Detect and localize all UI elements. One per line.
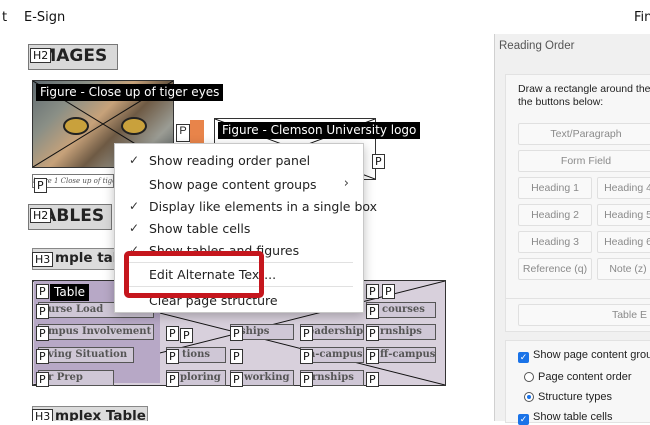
show-table-cells-checkbox[interactable]: ✓ Show table cells <box>518 411 613 425</box>
p-tag-cell: P <box>300 326 313 341</box>
p-tag-small: P <box>176 124 190 142</box>
cell-text-2: ships <box>240 326 270 337</box>
cell-text-5: tions <box>182 349 210 360</box>
p-tag-cell: P <box>36 372 49 387</box>
menu-bar: t E-Sign Fin <box>0 0 650 34</box>
heading-3-button[interactable]: Heading 3 <box>518 231 592 253</box>
radio-selected-icon <box>524 392 534 402</box>
checkbox-checked-icon: ✓ <box>518 352 529 363</box>
cell-text-1: courses <box>382 304 425 315</box>
cell-text-4: rnships <box>380 326 422 337</box>
h2-tag-tables: H2 <box>30 208 52 223</box>
heading-4-button[interactable]: Heading 4 <box>597 177 650 199</box>
panel-instructions: Draw a rectangle around the co the butto… <box>518 83 650 109</box>
table-editor-button[interactable]: Table E <box>518 304 650 326</box>
heading-1-button[interactable]: Heading 1 <box>518 177 592 199</box>
menu-item-partial[interactable]: t <box>2 10 7 25</box>
heading-2-button[interactable]: Heading 2 <box>518 204 592 226</box>
h3-tag-simple: H3 <box>32 252 54 267</box>
instructions-line-1: Draw a rectangle around the co <box>518 83 650 95</box>
menu-item-label: Show reading order panel <box>149 153 311 168</box>
p-tag-cell: P <box>166 326 179 341</box>
cell-text-7: ff-campus <box>380 349 436 360</box>
panel-options-section: ✓ Show page content groups Page content o… <box>505 340 650 425</box>
p-tag-cell: P <box>366 349 379 364</box>
row-label-text-2: mpus Involvement <box>48 326 152 337</box>
p-tag-cell: P <box>300 372 313 387</box>
figure-label-tiger: Figure - Close up of tiger eyes <box>36 84 224 101</box>
menu-item-label: Show table cells <box>149 221 251 236</box>
cell-text-3: eadership <box>308 326 364 337</box>
highlight-box <box>124 251 264 298</box>
p-tag-cell: P <box>366 372 379 387</box>
menu-item-show-reading-order-panel[interactable]: ✓ Show reading order panel <box>115 149 363 171</box>
chevron-right-icon: › <box>343 176 349 191</box>
p-tag-cell: P <box>382 284 395 299</box>
p-tag-cell: P <box>36 349 49 364</box>
radio-label: Page content order <box>538 371 632 383</box>
checkbox-label: Show table cells <box>533 411 613 423</box>
menu-item-label: Show page content groups <box>149 177 317 192</box>
menu-item-show-table-cells[interactable]: ✓ Show table cells <box>115 217 363 239</box>
p-tag-cell: P <box>366 326 379 341</box>
p-tag-cell: P <box>230 326 243 341</box>
figure-label-logo: Figure - Clemson University logo <box>218 122 421 139</box>
instructions-line-2: the buttons below: <box>518 96 604 108</box>
p-tag-cell: P <box>166 349 179 364</box>
h2-tag-images: H2 <box>30 48 52 63</box>
p-tag-cell: P <box>300 349 313 364</box>
cell-text-6: n-campus <box>308 349 363 360</box>
heading-complex-table-text: mplex Table <box>55 408 146 421</box>
table-label: Table <box>50 284 90 301</box>
p-tag-cell: P <box>166 372 179 387</box>
form-field-button[interactable]: Form Field <box>518 150 650 172</box>
cell-text-10: rnships <box>312 372 354 383</box>
page-content-order-radio[interactable]: Page content order <box>524 371 632 383</box>
show-page-content-groups-checkbox[interactable]: ✓ Show page content groups <box>518 349 650 363</box>
p-tag-cell: P <box>366 284 379 299</box>
p-tag-cell: P <box>180 328 193 343</box>
row-label-text-4: r Prep <box>48 372 83 383</box>
reading-order-panel: Reading Order Draw a rectangle around th… <box>494 34 650 425</box>
row-label-text-3: ving Situation <box>48 349 128 360</box>
heading-6-button[interactable]: Heading 6 <box>597 231 650 253</box>
reference-button[interactable]: Reference (q) <box>518 258 592 280</box>
panel-title: Reading Order <box>499 40 575 52</box>
p-tag-cell: P <box>230 349 243 364</box>
row-label-text-1: urse Load <box>48 304 104 315</box>
cell-text-9: working <box>244 372 290 383</box>
menu-item-label: Display like elements in a single box <box>149 199 378 214</box>
p-tag-cell: P <box>36 284 49 299</box>
structure-types-radio[interactable]: Structure types <box>524 391 612 403</box>
radio-unselected-icon <box>524 372 534 382</box>
p-tag-caption: P <box>34 178 47 193</box>
radio-label: Structure types <box>538 391 612 403</box>
checkbox-label: Show page content groups <box>533 349 650 361</box>
menu-item-esign[interactable]: E-Sign <box>24 10 65 25</box>
menu-item-find[interactable]: Fin <box>634 10 650 25</box>
p-tag-cell: P <box>36 326 49 341</box>
panel-tools-section: Draw a rectangle around the co the butto… <box>505 74 650 320</box>
cell-text-8: ploring <box>180 372 221 383</box>
heading-5-button[interactable]: Heading 5 <box>597 204 650 226</box>
table-editor-section: Table E <box>505 298 650 332</box>
p-tag-cell: P <box>230 372 243 387</box>
check-icon: ✓ <box>129 221 140 235</box>
text-paragraph-button[interactable]: Text/Paragraph <box>518 123 650 145</box>
h3-tag-complex: H3 <box>32 409 54 421</box>
p-tag-cell: P <box>366 304 379 319</box>
checkbox-checked-icon: ✓ <box>518 414 529 425</box>
p-tag-logo: P <box>372 154 385 169</box>
menu-item-display-like-elements[interactable]: ✓ Display like elements in a single box <box>115 195 377 217</box>
p-tag-cell: P <box>36 304 49 319</box>
check-icon: ✓ <box>129 153 140 167</box>
check-icon: ✓ <box>129 199 140 213</box>
note-button[interactable]: Note (z) <box>597 258 650 280</box>
menu-item-show-page-content-groups[interactable]: Show page content groups › <box>115 173 363 195</box>
